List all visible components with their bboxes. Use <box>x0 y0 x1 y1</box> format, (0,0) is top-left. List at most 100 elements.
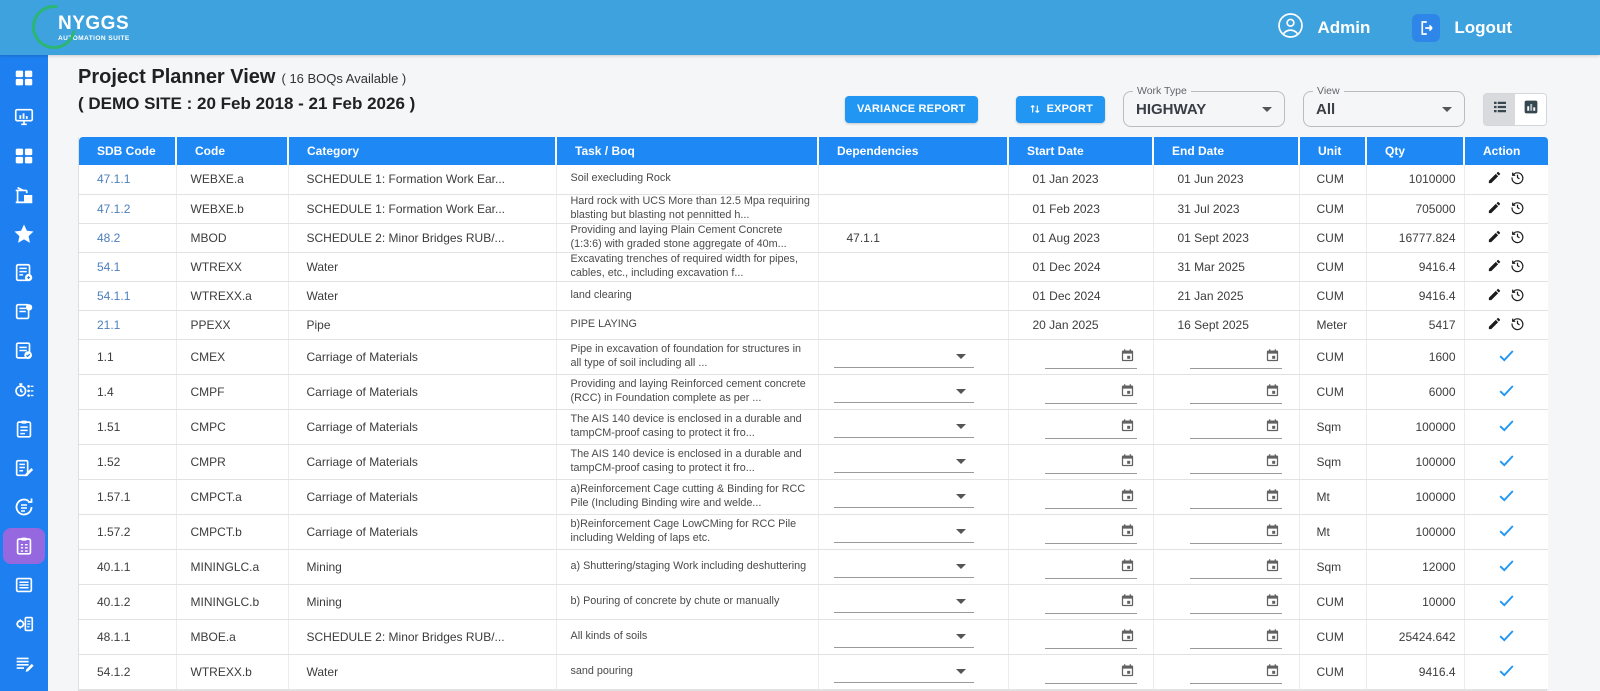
sidebar-item-13-active[interactable] <box>3 528 45 564</box>
sidebar-item-14[interactable] <box>3 567 45 603</box>
history-button[interactable] <box>1507 167 1528 191</box>
sdb-code-link[interactable]: 54.1 <box>97 260 120 274</box>
chart-view-button[interactable] <box>1515 93 1546 125</box>
sidebar-item-4[interactable] <box>3 177 45 213</box>
end-date-picker[interactable] <box>1189 555 1282 579</box>
dependency-select[interactable] <box>833 556 974 578</box>
dependency-select[interactable] <box>833 486 974 508</box>
sidebar-item-5[interactable] <box>3 216 45 252</box>
start-date-cell: 20 Jan 2025 <box>1008 310 1154 340</box>
sdb-code-link[interactable]: 54.1.1 <box>97 289 130 303</box>
column-header-category: Category <box>288 137 557 165</box>
start-date-picker[interactable] <box>1044 590 1137 614</box>
start-date-picker[interactable] <box>1044 415 1137 439</box>
sidebar-item-11[interactable] <box>3 450 45 486</box>
end-date-picker[interactable] <box>1189 345 1282 369</box>
task-boq-cell: b) Pouring of concrete by chute or manua… <box>556 584 819 620</box>
end-date-picker[interactable] <box>1189 590 1282 614</box>
sidebar-item-3[interactable] <box>3 138 45 174</box>
start-date-picker[interactable] <box>1044 380 1137 404</box>
sdb-code-link[interactable]: 47.1.2 <box>97 202 130 216</box>
sidebar-item-12[interactable] <box>3 489 45 525</box>
end-date-picker[interactable] <box>1189 415 1282 439</box>
dependency-select[interactable] <box>833 626 974 648</box>
start-date-picker[interactable] <box>1044 555 1137 579</box>
edit-button[interactable] <box>1485 256 1504 278</box>
qty-cell: 100000 <box>1366 409 1465 445</box>
calendar-icon <box>1265 453 1280 471</box>
end-date-value: 31 Jul 2023 <box>1177 201 1240 216</box>
sidebar-item-8[interactable] <box>3 333 45 369</box>
dependency-select[interactable] <box>833 381 974 403</box>
dependency-select[interactable] <box>833 591 974 613</box>
end-date-picker[interactable] <box>1189 625 1282 649</box>
history-button[interactable] <box>1507 313 1528 337</box>
edit-button[interactable] <box>1485 314 1504 336</box>
sidebar-item-7[interactable] <box>3 294 45 330</box>
dependency-select[interactable] <box>833 451 974 473</box>
action-cell <box>1464 584 1548 620</box>
end-date-picker[interactable] <box>1189 660 1282 684</box>
work-type-select[interactable]: Work Type HIGHWAY <box>1123 85 1285 127</box>
start-date-picker[interactable] <box>1044 345 1137 369</box>
end-date-cell: 01 Jun 2023 <box>1153 165 1300 195</box>
confirm-button[interactable] <box>1495 449 1518 475</box>
history-clock-icon <box>1509 228 1526 248</box>
variance-report-button[interactable]: VARIANCE REPORT <box>845 95 978 123</box>
confirm-button[interactable] <box>1495 484 1518 510</box>
confirm-button[interactable] <box>1495 589 1518 615</box>
sdb-code-cell: 47.1.1 <box>79 165 177 195</box>
sdb-code-cell: 47.1.2 <box>79 194 177 224</box>
view-select[interactable]: View All <box>1303 85 1465 127</box>
confirm-button[interactable] <box>1495 519 1518 545</box>
confirm-button[interactable] <box>1495 659 1518 685</box>
code-cell: CMPCT.a <box>176 479 289 515</box>
user-menu[interactable]: Admin <box>1277 12 1370 44</box>
start-date-picker[interactable] <box>1044 450 1137 474</box>
dependency-select[interactable] <box>833 521 974 543</box>
edit-button[interactable] <box>1485 227 1504 249</box>
edit-button[interactable] <box>1485 198 1504 220</box>
sidebar-item-15[interactable] <box>3 606 45 642</box>
confirm-button[interactable] <box>1495 624 1518 650</box>
export-button[interactable]: EXPORT <box>1015 95 1105 123</box>
end-date-picker[interactable] <box>1189 380 1282 404</box>
dependency-select[interactable] <box>833 416 974 438</box>
edit-button[interactable] <box>1485 168 1504 190</box>
start-date-picker[interactable] <box>1044 625 1137 649</box>
sdb-code-link[interactable]: 21.1 <box>97 318 120 332</box>
history-button[interactable] <box>1507 226 1528 250</box>
end-date-picker[interactable] <box>1189 450 1282 474</box>
sidebar-item-10[interactable] <box>3 411 45 447</box>
sidebar-item-1[interactable] <box>3 60 45 96</box>
dependency-select[interactable] <box>833 661 974 683</box>
sidebar-item-2[interactable] <box>3 99 45 135</box>
qty-cell: 1600 <box>1366 339 1465 375</box>
confirm-button[interactable] <box>1495 344 1518 370</box>
sdb-code-link[interactable]: 47.1.1 <box>97 172 130 186</box>
action-cell <box>1464 409 1548 445</box>
history-button[interactable] <box>1507 255 1528 279</box>
edit-button[interactable] <box>1485 285 1504 307</box>
end-date-picker[interactable] <box>1189 485 1282 509</box>
logout-button[interactable]: Logout <box>1370 13 1512 42</box>
start-date-cell <box>1008 514 1154 550</box>
end-date-picker[interactable] <box>1189 520 1282 544</box>
sidebar-item-6[interactable] <box>3 255 45 291</box>
start-date-picker[interactable] <box>1044 520 1137 544</box>
list-view-button[interactable] <box>1484 93 1515 125</box>
action-cell <box>1464 549 1548 585</box>
start-date-picker[interactable] <box>1044 485 1137 509</box>
history-button[interactable] <box>1507 284 1528 308</box>
sidebar-item-9[interactable] <box>3 372 45 408</box>
confirm-button[interactable] <box>1495 379 1518 405</box>
start-date-picker[interactable] <box>1044 660 1137 684</box>
sidebar-item-16[interactable] <box>3 645 45 681</box>
history-button[interactable] <box>1507 197 1528 221</box>
action-cell <box>1464 223 1548 253</box>
sdb-code-link[interactable]: 48.2 <box>97 231 120 245</box>
confirm-button[interactable] <box>1495 414 1518 440</box>
calendar-icon <box>1120 593 1135 611</box>
confirm-button[interactable] <box>1495 554 1518 580</box>
dependency-select[interactable] <box>833 346 974 368</box>
